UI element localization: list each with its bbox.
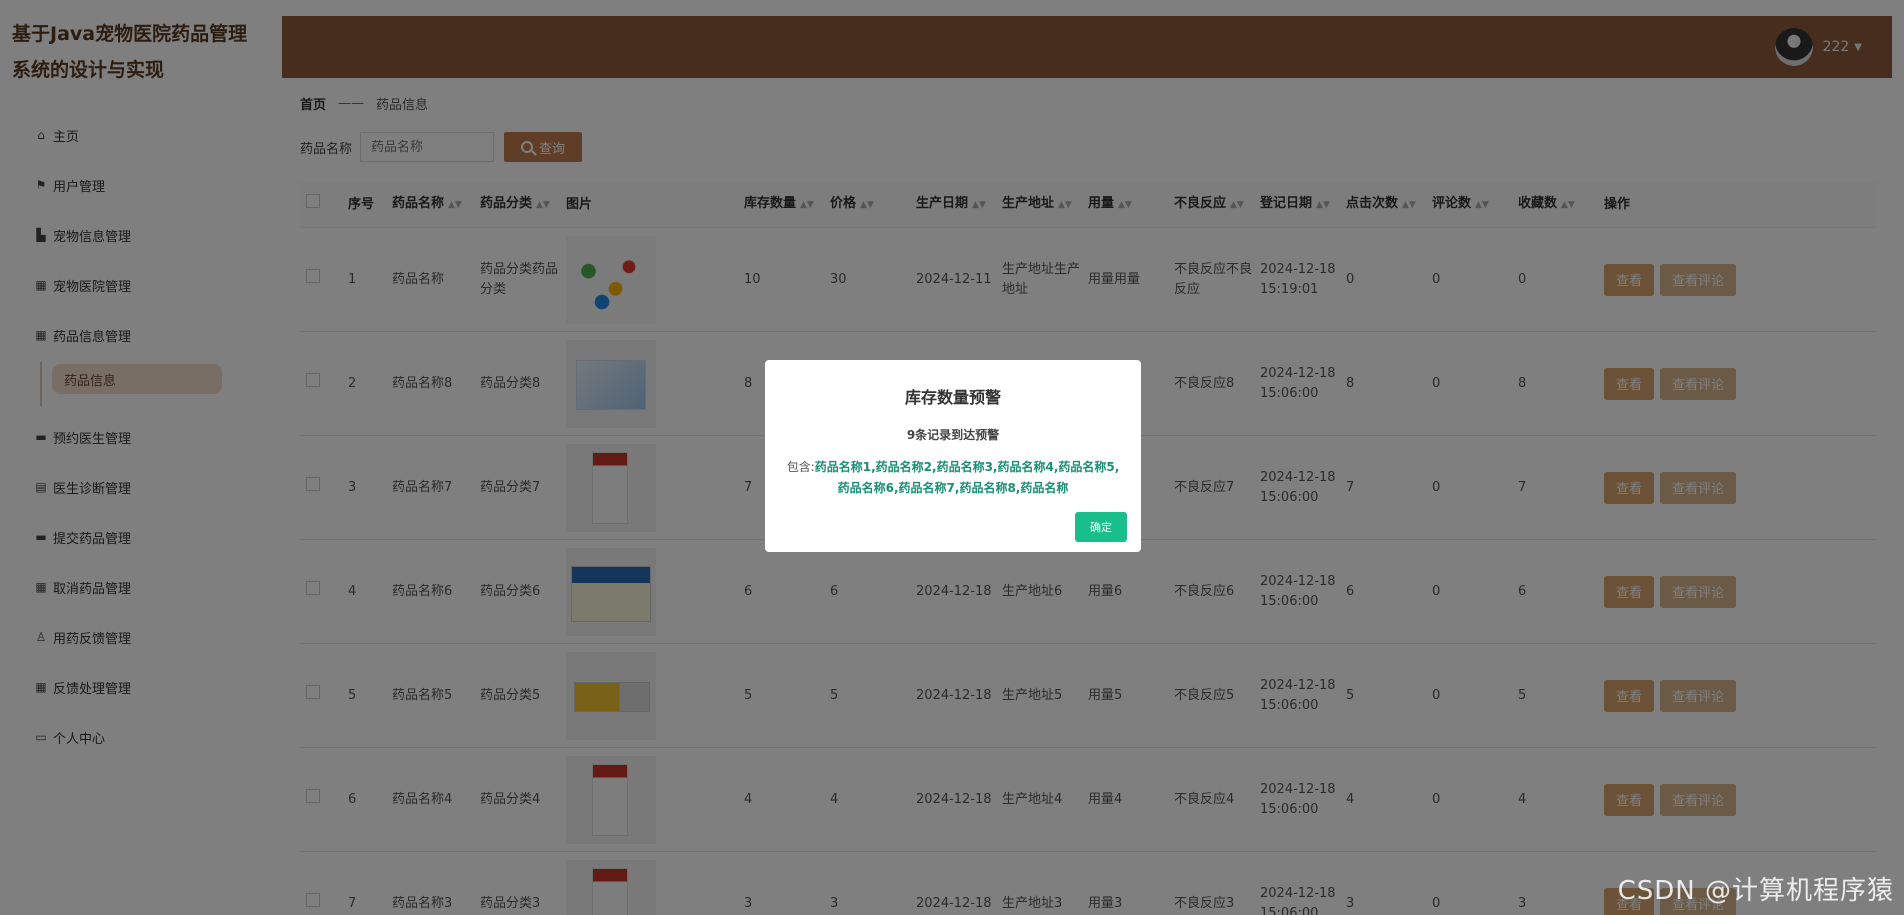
dialog-medicine-names: 药品名称1,药品名称2,药品名称3,药品名称4,药品名称5,药品名称6,药品名称… [814, 460, 1120, 495]
watermark: CSDN @计算机程序猿 [1617, 876, 1894, 906]
dialog-message: 包含:药品名称1,药品名称2,药品名称3,药品名称4,药品名称5,药品名称6,药… [781, 457, 1125, 499]
dialog-prefix: 包含: [786, 460, 815, 474]
dialog-title: 库存数量预警 [904, 388, 1001, 407]
dialog-subtitle: 9条记录到达预警 [906, 428, 1000, 442]
confirm-button[interactable]: 确定 [1075, 512, 1127, 542]
stock-warning-dialog: 库存数量预警 9条记录到达预警 包含:药品名称1,药品名称2,药品名称3,药品名… [765, 360, 1141, 552]
